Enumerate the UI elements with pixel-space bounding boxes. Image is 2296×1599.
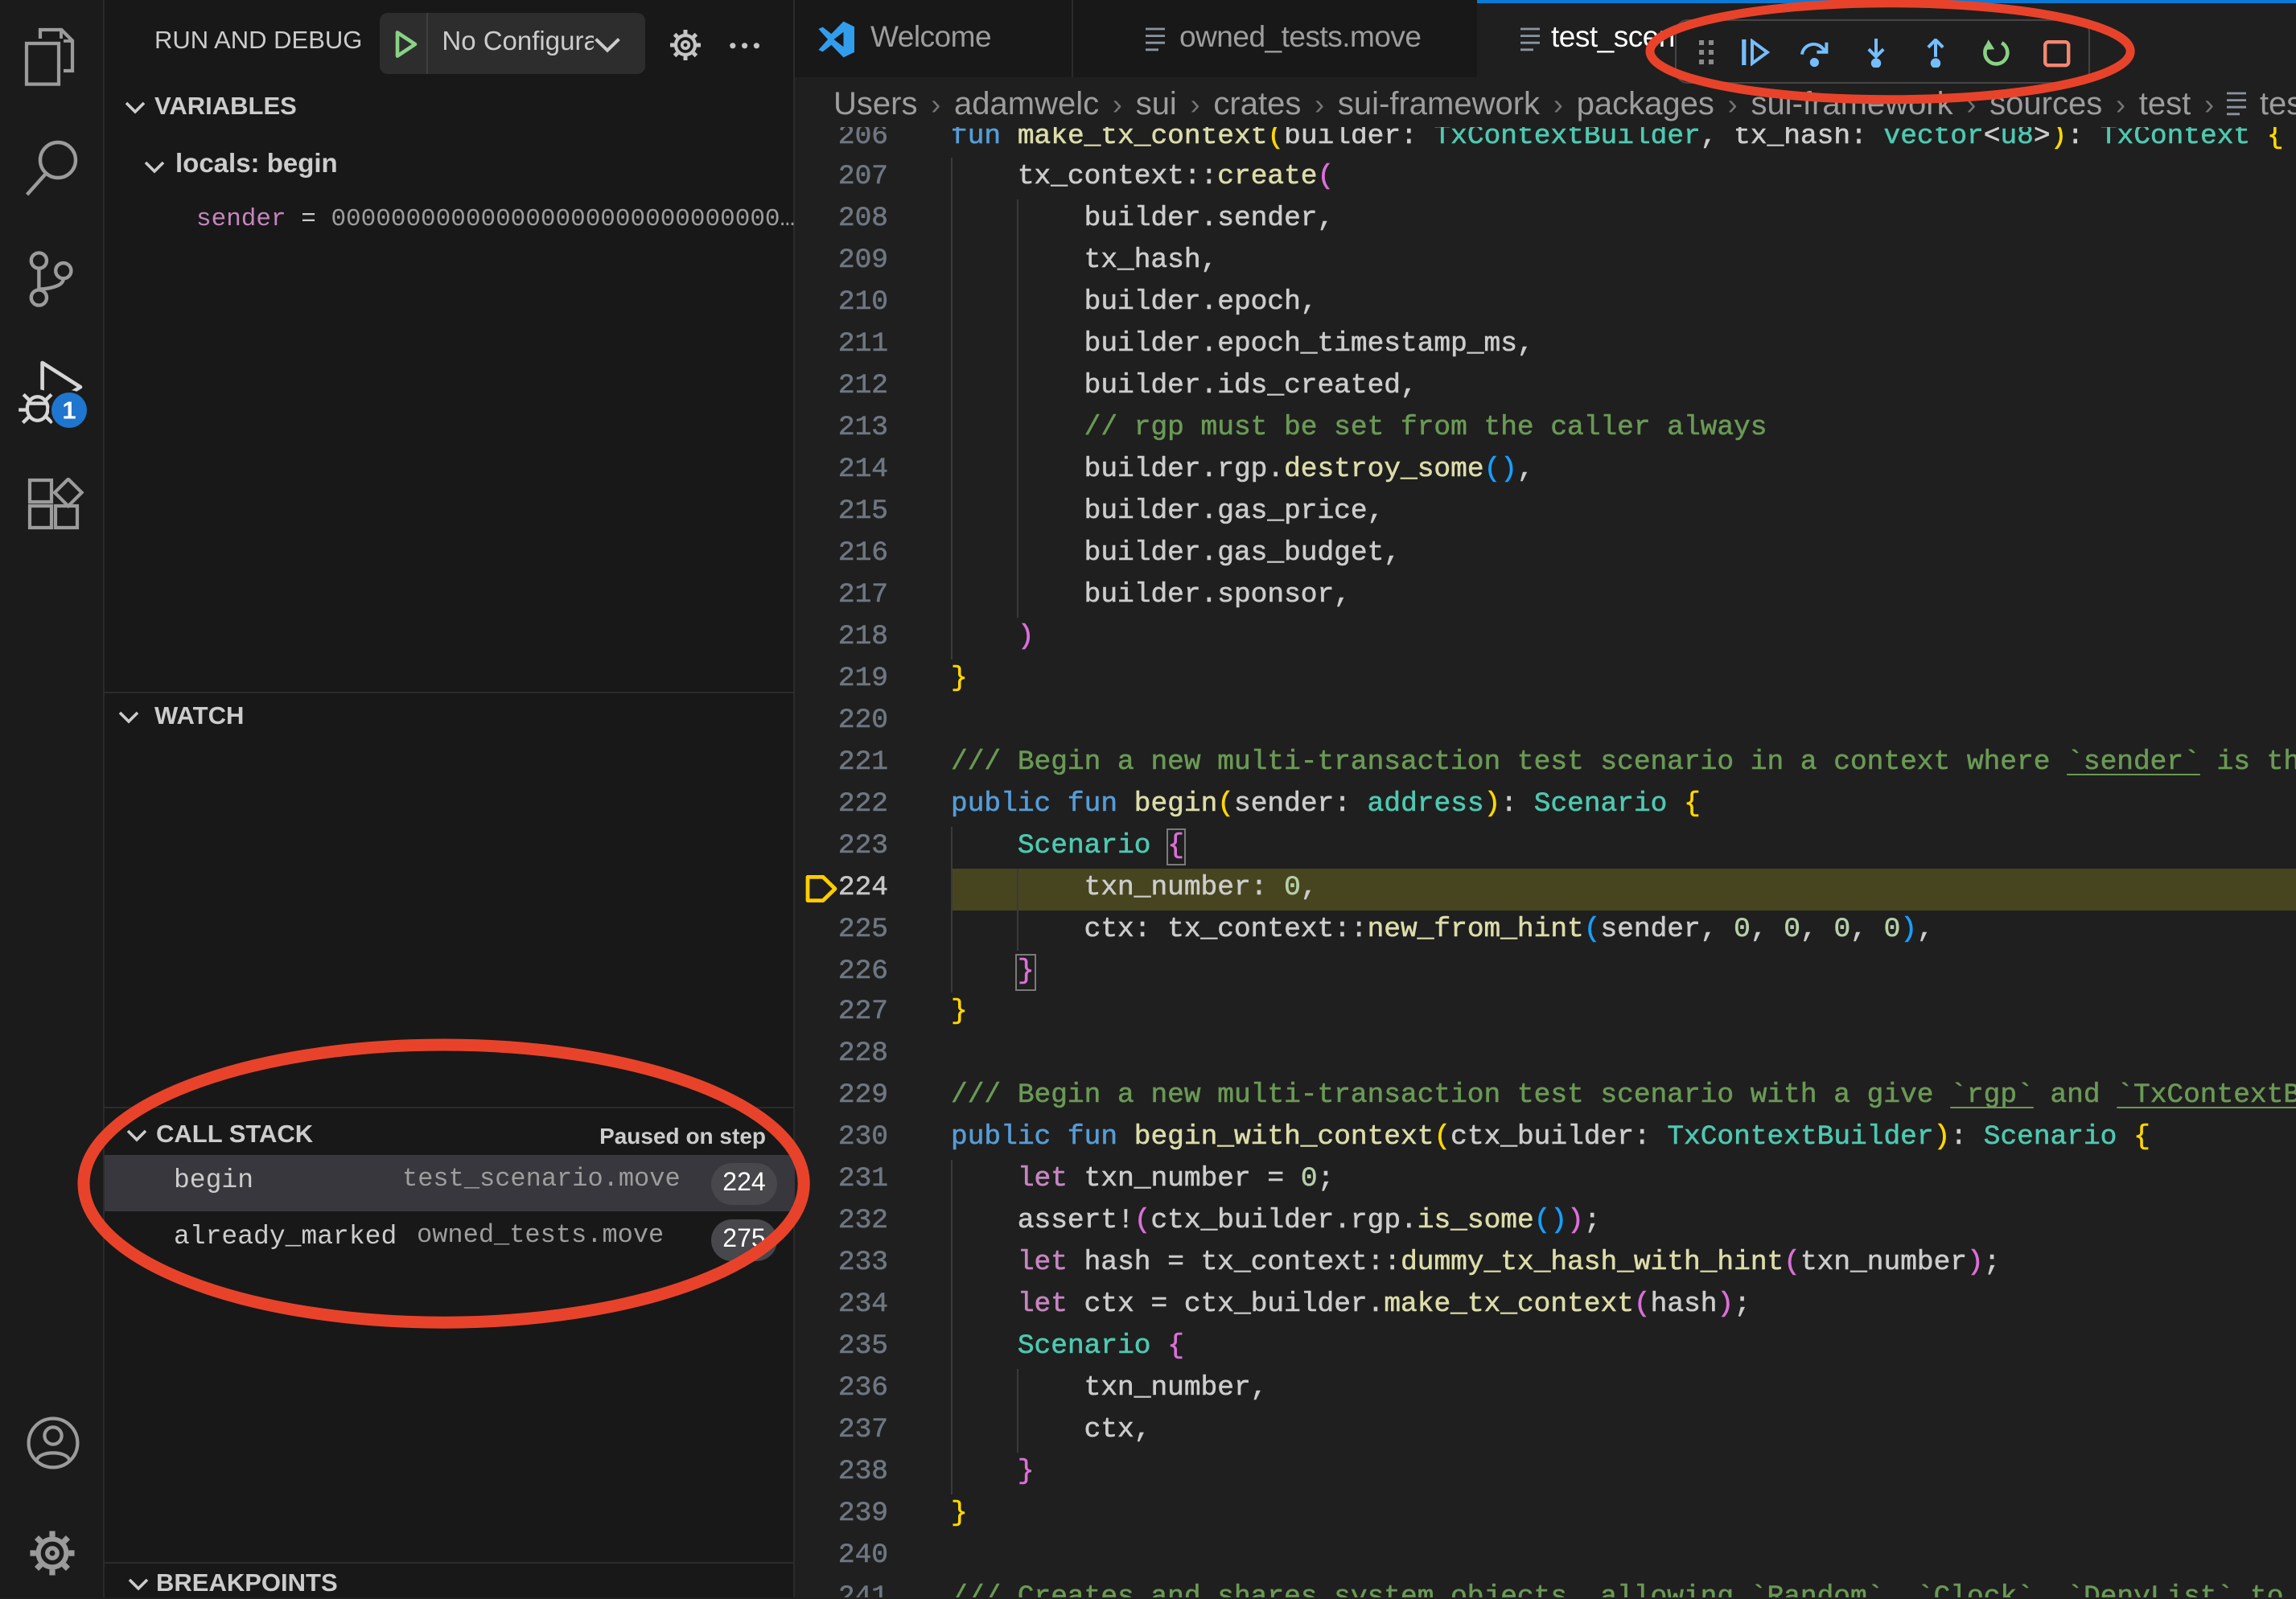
svg-text:1: 1 bbox=[62, 397, 76, 425]
